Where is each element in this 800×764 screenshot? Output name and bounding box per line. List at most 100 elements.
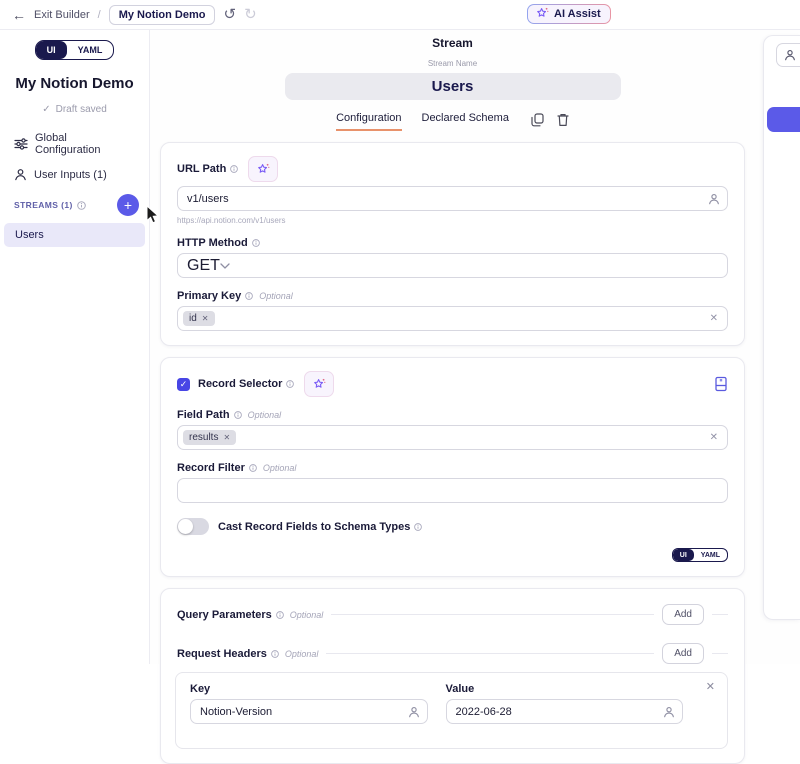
optional-label: Optional bbox=[263, 463, 297, 473]
stream-name-input[interactable] bbox=[285, 73, 621, 100]
clear-input-icon[interactable]: ✕ bbox=[710, 313, 718, 324]
request-headers-row: Request Headers Optional Add bbox=[177, 643, 728, 664]
info-icon bbox=[245, 292, 253, 300]
cast-fields-toggle[interactable] bbox=[177, 518, 209, 535]
chevron-down-icon bbox=[220, 263, 230, 269]
check-icon: ✓ bbox=[42, 104, 50, 115]
info-icon bbox=[414, 523, 422, 531]
url-path-input[interactable] bbox=[177, 186, 728, 211]
primary-key-label: Primary Key bbox=[177, 290, 241, 302]
optional-label: Optional bbox=[259, 291, 293, 301]
top-bar: ← Exit Builder / My Notion Demo ↺ ↻ AI A… bbox=[0, 0, 800, 30]
tag-chip: id ✕ bbox=[183, 311, 215, 326]
field-path-label: Field Path bbox=[177, 409, 230, 421]
info-icon bbox=[286, 380, 294, 388]
info-icon bbox=[230, 165, 238, 173]
stream-name-label: Stream Name bbox=[160, 59, 745, 68]
clear-input-icon[interactable]: ✕ bbox=[710, 432, 718, 443]
http-method-select[interactable]: GET bbox=[177, 253, 728, 278]
request-headers-label: Request Headers bbox=[177, 648, 267, 660]
record-filter-group: Record Filter Optional bbox=[177, 462, 728, 503]
user-input-icon[interactable] bbox=[408, 706, 420, 718]
trash-icon[interactable] bbox=[557, 113, 569, 127]
query-parameters-label: Query Parameters bbox=[177, 609, 272, 621]
add-request-header-button[interactable]: Add bbox=[662, 643, 704, 664]
back-icon[interactable]: ← bbox=[12, 7, 26, 23]
header-value-input[interactable] bbox=[446, 699, 684, 724]
add-query-parameter-button[interactable]: Add bbox=[662, 604, 704, 625]
user-icon bbox=[784, 49, 796, 61]
exit-builder-link[interactable]: Exit Builder bbox=[34, 9, 90, 21]
ai-assist-button[interactable]: AI Assist bbox=[527, 4, 611, 24]
tag-chip: results ✕ bbox=[183, 430, 236, 445]
test-stream-button[interactable] bbox=[767, 107, 800, 132]
info-icon bbox=[234, 411, 242, 419]
sidebar-item-global-configuration[interactable]: Global Configuration bbox=[14, 132, 135, 156]
sidebar-item-user-inputs[interactable]: User Inputs (1) bbox=[14, 168, 135, 181]
sidebar-nav: Global Configuration User Inputs (1) bbox=[0, 132, 149, 181]
remove-header-icon[interactable]: ✕ bbox=[706, 680, 715, 693]
ai-suggest-button[interactable] bbox=[304, 371, 334, 397]
sidebar-stream-users[interactable]: Users bbox=[4, 223, 145, 247]
record-selector-header: ✓ Record Selector bbox=[177, 371, 728, 397]
breadcrumb-separator: / bbox=[98, 9, 101, 21]
record-filter-label: Record Filter bbox=[177, 462, 245, 474]
undo-icon[interactable]: ↺ bbox=[223, 7, 236, 22]
user-input-icon[interactable] bbox=[663, 706, 675, 718]
toggle-ui[interactable]: UI bbox=[673, 549, 694, 561]
toggle-yaml[interactable]: YAML bbox=[67, 41, 114, 59]
streams-header: STREAMS (1) bbox=[14, 200, 86, 210]
card-ui-yaml-toggle[interactable]: UI YAML bbox=[672, 548, 728, 562]
ui-yaml-toggle[interactable]: UI YAML bbox=[35, 40, 115, 60]
user-icon bbox=[14, 168, 27, 181]
request-options-card: Query Parameters Optional Add Request He… bbox=[160, 588, 745, 764]
header-key-input[interactable] bbox=[190, 699, 428, 724]
docs-book-icon[interactable] bbox=[714, 376, 728, 392]
optional-label: Optional bbox=[285, 649, 319, 659]
ai-suggest-button[interactable] bbox=[248, 156, 278, 182]
connector-title: My Notion Demo bbox=[0, 75, 149, 92]
builder-sidebar: UI YAML My Notion Demo ✓ Draft saved bbox=[0, 30, 150, 664]
url-preview: https://api.notion.com/v1/users bbox=[177, 216, 728, 225]
tab-configuration[interactable]: Configuration bbox=[336, 112, 401, 131]
toggle-yaml[interactable]: YAML bbox=[694, 549, 727, 561]
primary-key-group: Primary Key Optional id ✕ ✕ bbox=[177, 290, 728, 331]
info-icon bbox=[252, 239, 260, 247]
info-icon bbox=[77, 201, 86, 210]
record-selector-card: ✓ Record Selector bbox=[160, 357, 745, 577]
testing-values-button[interactable] bbox=[776, 43, 800, 67]
request-header-entry: ✕ Key Value bbox=[175, 672, 728, 749]
record-filter-input[interactable] bbox=[177, 478, 728, 503]
remove-tag-icon[interactable]: ✕ bbox=[223, 433, 230, 442]
record-selector-checkbox[interactable]: ✓ bbox=[177, 378, 190, 391]
primary-key-tag-input[interactable]: id ✕ ✕ bbox=[177, 306, 728, 331]
request-card: URL Path bbox=[160, 142, 745, 346]
stream-config-panel: Stream Stream Name Configuration Declare… bbox=[150, 30, 800, 664]
remove-tag-icon[interactable]: ✕ bbox=[202, 314, 209, 323]
header-key-label: Key bbox=[190, 683, 210, 695]
header-value-label: Value bbox=[446, 683, 475, 695]
project-name-box[interactable]: My Notion Demo bbox=[109, 5, 216, 25]
http-method-group: HTTP Method GET bbox=[177, 237, 728, 278]
copy-icon[interactable] bbox=[531, 113, 544, 127]
http-method-label: HTTP Method bbox=[177, 237, 248, 249]
info-icon bbox=[249, 464, 257, 472]
redo-icon[interactable]: ↻ bbox=[244, 7, 257, 22]
http-method-value: GET bbox=[187, 257, 220, 275]
stream-tabs: Configuration Declared Schema bbox=[160, 112, 745, 131]
connector-builder-page: { "icons": { "back": "←", "slash": "/", … bbox=[0, 0, 800, 664]
cast-fields-row: Cast Record Fields to Schema Types bbox=[177, 518, 728, 535]
cast-fields-label: Cast Record Fields to Schema Types bbox=[218, 521, 410, 533]
optional-label: Optional bbox=[248, 410, 282, 420]
field-path-tag-input[interactable]: results ✕ ✕ bbox=[177, 425, 728, 450]
add-stream-button[interactable]: + bbox=[117, 194, 139, 216]
url-path-label: URL Path bbox=[177, 163, 226, 175]
toggle-ui[interactable]: UI bbox=[36, 41, 67, 59]
stream-panel-title: Stream bbox=[160, 36, 745, 50]
query-parameters-row: Query Parameters Optional Add bbox=[177, 604, 728, 625]
testing-panel-edge bbox=[763, 35, 800, 620]
user-input-icon[interactable] bbox=[708, 193, 720, 205]
optional-label: Optional bbox=[290, 610, 324, 620]
tab-declared-schema[interactable]: Declared Schema bbox=[422, 112, 509, 131]
ai-assist-label: AI Assist bbox=[554, 8, 601, 20]
